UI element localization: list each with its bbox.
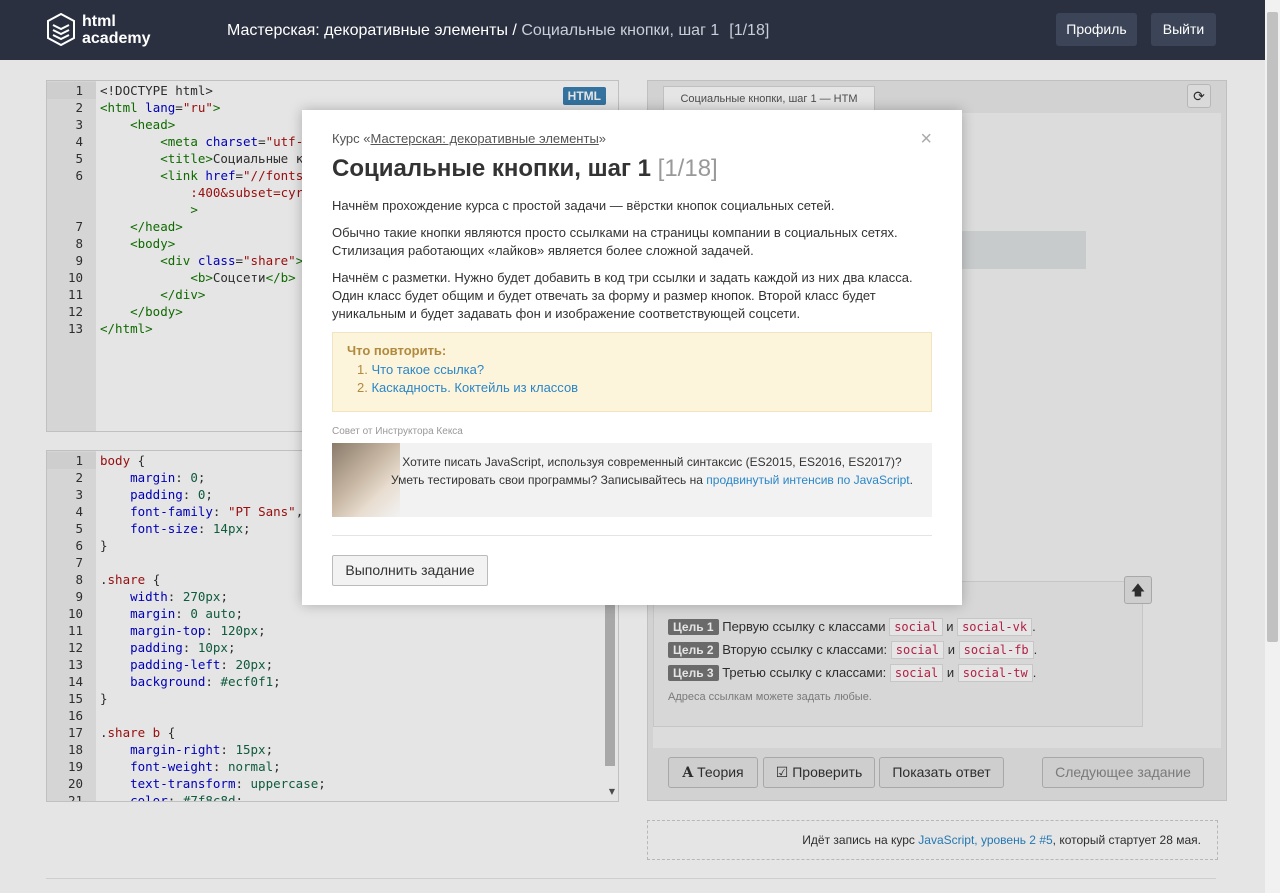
tip-text: Хотите писать JavaScript, используя совр…	[372, 453, 932, 489]
modal-paragraph: Начнём с разметки. Нужно будет добавить …	[332, 270, 913, 321]
task-modal: Курс «Мастерская: декоративные элементы»…	[302, 110, 962, 605]
repeat-title: Что повторить:	[347, 343, 447, 358]
breadcrumb-course[interactable]: Мастерская: декоративные элементы	[227, 22, 508, 39]
modal-course: Курс «Мастерская: декоративные элементы»	[332, 131, 606, 146]
tip-line2: Уметь тестировать свои программы? Записы…	[390, 473, 707, 487]
execute-task-button[interactable]: Выполнить задание	[332, 555, 488, 586]
tip-box: Хотите писать JavaScript, используя совр…	[332, 443, 932, 517]
modal-paragraph: Обычно такие кнопки являются просто ссыл…	[332, 225, 898, 258]
logout-button[interactable]: Выйти	[1151, 13, 1216, 46]
modal-title: Социальные кнопки, шаг 1 [1/18]	[332, 155, 718, 183]
tip-end: .	[909, 473, 913, 487]
profile-button[interactable]: Профиль	[1056, 13, 1137, 46]
repeat-list: 1. Что такое ссылка? 2. Каскадность. Кок…	[357, 362, 579, 395]
top-header: html academy Мастерская: декоративные эл…	[0, 0, 1280, 60]
course-prefix: Курс «	[332, 131, 371, 146]
logo-text[interactable]: html academy	[82, 13, 151, 47]
breadcrumb: Мастерская: декоративные элементы / Соци…	[227, 22, 769, 40]
modal-title-text: Социальные кнопки, шаг 1	[332, 155, 651, 182]
close-icon[interactable]: ×	[920, 128, 932, 151]
tip-label: Совет от Инструктора Кекса	[332, 426, 463, 437]
tip-line1: Хотите писать JavaScript, используя совр…	[402, 455, 902, 469]
page-scroll-thumb[interactable]	[1267, 12, 1278, 642]
repeat-link[interactable]: Каскадность. Коктейль из классов	[371, 380, 578, 395]
modal-title-counter: [1/18]	[657, 155, 718, 182]
modal-paragraph: Начнём прохождение курса с простой задач…	[332, 198, 835, 213]
breadcrumb-separator: /	[507, 22, 522, 39]
repeat-box: Что повторить: 1. Что такое ссылка? 2. К…	[332, 332, 932, 412]
logo-icon[interactable]	[47, 13, 75, 46]
tip-link[interactable]: продвинутый интенсив по JavaScript	[706, 473, 909, 487]
logo-line2: academy	[82, 30, 151, 47]
logo-line1: html	[82, 13, 116, 30]
course-link[interactable]: Мастерская: декоративные элементы	[371, 131, 599, 146]
course-suffix: »	[598, 131, 607, 146]
breadcrumb-step: Социальные кнопки, шаг 1	[521, 22, 720, 39]
modal-divider	[332, 535, 932, 536]
repeat-link[interactable]: Что такое ссылка?	[371, 362, 484, 377]
step-counter: [1/18]	[729, 22, 770, 39]
